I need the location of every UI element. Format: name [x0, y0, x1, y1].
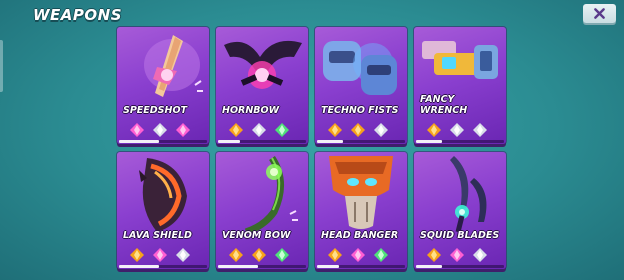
weapon-card-head-banger[interactable]: HEAD BANGER: [315, 152, 407, 269]
progress-fill: [416, 140, 443, 143]
upgrade-progress-bar: [416, 140, 504, 143]
weapon-name: SQUID BLADES: [420, 230, 500, 241]
green-gem-icon: [275, 248, 289, 262]
weapon-name: SPEEDSHOT: [123, 105, 188, 116]
progress-fill: [416, 265, 443, 268]
upgrade-progress-bar: [317, 140, 405, 143]
orange-gem-icon: [328, 248, 342, 262]
progress-fill: [119, 140, 159, 143]
side-menu-tab[interactable]: [0, 40, 3, 92]
gem-row: [130, 123, 190, 137]
orange-gem-icon: [229, 248, 243, 262]
gem-row: [328, 123, 388, 137]
upgrade-progress-bar: [119, 140, 207, 143]
speedshot-weapon-image: [144, 35, 203, 97]
weapon-name: TECHNO FISTS: [321, 105, 399, 116]
silver-gem-icon: [450, 123, 464, 137]
orange-gem-icon: [252, 248, 266, 262]
pink-gem-icon: [450, 248, 464, 262]
gem-row: [427, 123, 487, 137]
weapon-name: HORNBOW: [222, 105, 280, 116]
weapon-card-speedshot[interactable]: SPEEDSHOT: [117, 27, 209, 144]
green-gem-icon: [374, 248, 388, 262]
page-title: WEAPONS: [33, 6, 123, 24]
pink-gem-icon: [130, 123, 144, 137]
silver-gem-icon: [176, 248, 190, 262]
silver-gem-icon: [252, 123, 266, 137]
gem-row: [229, 123, 289, 137]
techno-fists-weapon-image: [323, 41, 397, 95]
gem-row: [427, 248, 487, 262]
weapon-name: LAVA SHIELD: [123, 230, 192, 241]
weapon-card-squid-blades[interactable]: SQUID BLADES: [414, 152, 506, 269]
orange-gem-icon: [229, 123, 243, 137]
pink-gem-icon: [153, 248, 167, 262]
upgrade-progress-bar: [218, 140, 306, 143]
hornbow-weapon-image: [224, 40, 302, 89]
progress-fill: [317, 140, 344, 143]
progress-fill: [317, 265, 339, 268]
gem-row: [328, 248, 388, 262]
pink-gem-icon: [351, 248, 365, 262]
close-button[interactable]: [583, 4, 616, 23]
weapon-card-fancy-wrench[interactable]: FANCY WRENCH: [414, 27, 506, 144]
gem-row: [130, 248, 190, 262]
orange-gem-icon: [351, 123, 365, 137]
squid-blades-weapon-image: [450, 156, 487, 233]
upgrade-progress-bar: [317, 265, 405, 268]
weapon-name: HEAD BANGER: [321, 230, 399, 241]
silver-gem-icon: [473, 248, 487, 262]
weapon-name: VENOM BOW: [222, 230, 291, 241]
orange-gem-icon: [328, 123, 342, 137]
pink-gem-icon: [176, 123, 190, 137]
orange-gem-icon: [130, 248, 144, 262]
upgrade-progress-bar: [416, 265, 504, 268]
venom-bow-weapon-image: [244, 156, 298, 234]
progress-fill: [218, 265, 258, 268]
orange-gem-icon: [427, 123, 441, 137]
progress-fill: [119, 265, 159, 268]
silver-gem-icon: [153, 123, 167, 137]
orange-gem-icon: [427, 248, 441, 262]
gem-row: [229, 248, 289, 262]
lava-shield-weapon-image: [139, 158, 187, 232]
weapon-card-hornbow[interactable]: HORNBOW: [216, 27, 308, 144]
green-gem-icon: [275, 123, 289, 137]
head-banger-weapon-image: [329, 156, 393, 229]
close-x-icon: [594, 8, 605, 19]
progress-fill: [218, 140, 240, 143]
silver-gem-icon: [374, 123, 388, 137]
weapon-card-venom-bow[interactable]: VENOM BOW: [216, 152, 308, 269]
weapon-card-lava-shield[interactable]: LAVA SHIELD: [117, 152, 209, 269]
silver-gem-icon: [473, 123, 487, 137]
upgrade-progress-bar: [218, 265, 306, 268]
weapon-name: FANCY WRENCH: [420, 94, 468, 116]
upgrade-progress-bar: [119, 265, 207, 268]
weapon-card-techno-fists[interactable]: TECHNO FISTS: [315, 27, 407, 144]
